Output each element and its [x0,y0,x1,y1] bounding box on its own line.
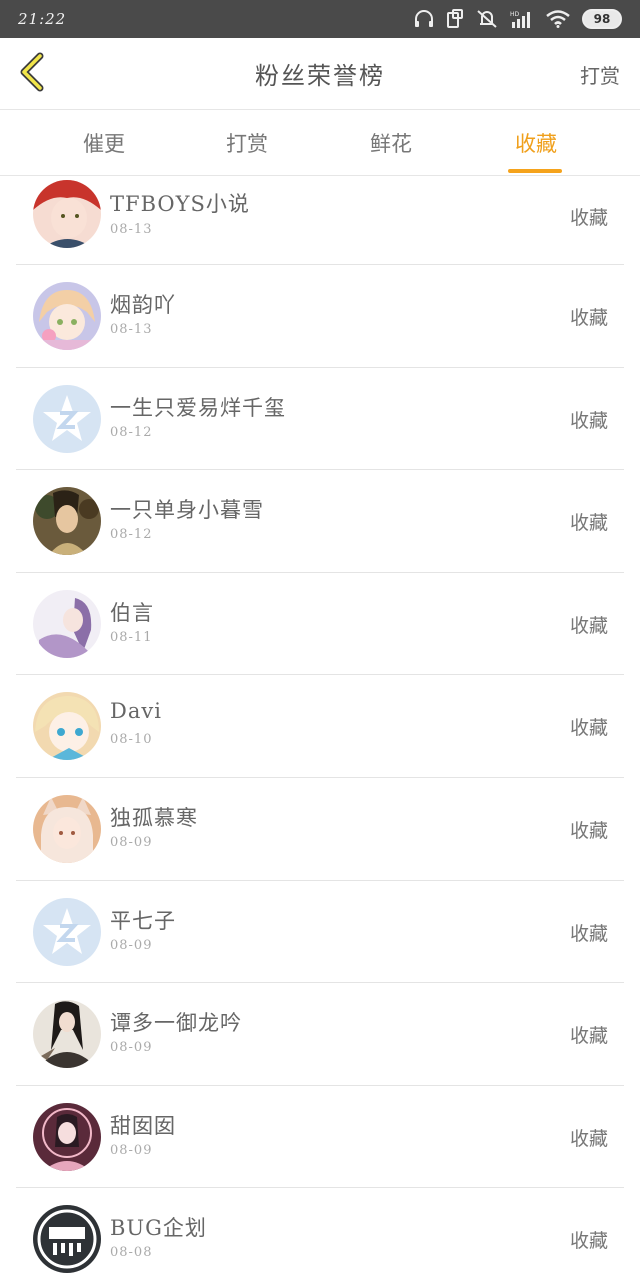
chevron-left-icon [18,52,46,96]
fan-action-label: 收藏 [569,614,608,637]
fan-name: 独孤慕寒 [110,805,198,830]
blonde-girl-avatar-image [33,692,101,761]
fan-date: 08-11 [110,629,153,645]
fan-date: 08-12 [110,527,153,543]
active-tab-indicator [508,169,562,173]
list-item[interactable]: 一只单身小暮雪 08-12 收藏 [16,470,624,573]
avatar[interactable] [33,180,101,248]
svg-text:HD: HD [510,11,520,18]
fan-name: 烟韵吖 [110,293,176,317]
avatar[interactable] [33,487,101,556]
fan-action-label: 收藏 [569,307,608,329]
list-item[interactable]: 平七子 08-09 收藏 [16,881,624,984]
fan-action-label: 收藏 [569,1230,608,1253]
avatar[interactable] [33,1205,101,1274]
fan-date: 08-09 [110,834,153,850]
avatar[interactable] [33,692,101,761]
status-icons: HD 98 [414,9,622,29]
fan-date: 08-13 [110,322,153,337]
fan-date: 08-13 [110,222,153,237]
tab-label: 打赏 [226,132,268,156]
tab-urge[interactable]: 催更 [44,110,164,176]
screen-rotate-icon [446,9,464,29]
tab-reward[interactable]: 打赏 [187,110,307,176]
fan-action-label: 收藏 [569,1025,608,1048]
tab-label: 收藏 [515,132,557,156]
battery-indicator: 98 [582,9,622,29]
tab-flowers[interactable]: 鲜花 [331,110,451,176]
header-bar: 粉丝荣誉榜 打赏 [0,38,640,110]
list-item[interactable]: 烟韵吖 08-13 收藏 [16,265,624,368]
default-star-avatar-image [33,384,101,453]
list-item[interactable]: 谭多一御龙吟 08-09 收藏 [16,983,624,1086]
tab-label: 催更 [83,132,125,156]
fox-girl-avatar-image [33,794,101,863]
avatar[interactable] [33,794,101,863]
avatar[interactable] [33,589,101,658]
back-button[interactable] [12,52,52,96]
fan-name: TFBOYS小说 [110,192,250,216]
fan-action-label: 收藏 [569,1127,608,1150]
status-bar: 21:22 HD 98 [0,0,640,38]
mute-icon [476,9,498,29]
fan-date: 08-08 [110,1245,153,1261]
list-item[interactable]: 一生只爱易烊千玺 08-12 收藏 [16,368,624,471]
fan-name: BUG企划 [110,1216,207,1241]
fan-date: 08-09 [110,1142,153,1158]
fan-date: 08-09 [110,1040,153,1056]
list-item[interactable]: 伯言 08-11 收藏 [16,573,624,676]
fan-action-label: 收藏 [569,409,608,432]
list-item[interactable]: TFBOYS小说 08-13 收藏 [16,176,624,265]
tab-favorites[interactable]: 收藏 [476,110,596,176]
avatar[interactable] [33,897,101,966]
fan-name: 平七子 [110,908,176,933]
fan-list[interactable]: TFBOYS小说 08-13 收藏 烟韵吖 08-13 收藏 一生只爱易烊千玺 … [0,176,640,1280]
status-time: 21:22 [18,10,67,28]
tab-bar: 催更 打赏 鲜花 收藏 [0,110,640,176]
wifi-icon [546,10,570,28]
default-star-avatar-image [33,897,101,966]
avatar[interactable] [33,384,101,453]
fan-name: 甜囡囡 [110,1113,176,1138]
signal-icon: HD [510,10,534,28]
avatar[interactable] [33,282,101,350]
purple-girl-avatar-image [33,589,101,658]
reward-button[interactable]: 打赏 [580,60,620,89]
fan-action-label: 收藏 [569,717,608,740]
fan-name: Davi [110,699,162,724]
fan-date: 08-09 [110,937,153,953]
fan-name: 一只单身小暮雪 [110,498,264,523]
list-item[interactable]: BUG企划 08-08 收藏 [16,1188,624,1280]
fan-action-label: 收藏 [569,512,608,535]
headphones-icon [414,10,434,28]
fan-name: 伯言 [110,600,154,625]
fan-date: 08-10 [110,732,153,748]
list-item[interactable]: Davi 08-10 收藏 [16,675,624,778]
page-title: 粉丝荣誉榜 [255,62,385,90]
dark-hair-avatar-image [33,1000,101,1069]
music-girl-avatar-image [33,1102,101,1171]
list-item[interactable]: 独孤慕寒 08-09 收藏 [16,778,624,881]
fan-date: 08-12 [110,424,153,440]
warrior-avatar-image [33,487,101,556]
pink-girl-avatar-image [33,282,101,350]
bug-logo-avatar-image [33,1205,101,1274]
fan-name: 一生只爱易烊千玺 [110,395,286,420]
avatar[interactable] [33,1102,101,1171]
red-hair-avatar-image [33,180,101,248]
fan-action-label: 收藏 [569,922,608,945]
list-item[interactable]: 甜囡囡 08-09 收藏 [16,1086,624,1189]
tab-label: 鲜花 [370,132,412,156]
fan-name: 谭多一御龙吟 [110,1011,242,1036]
fan-action-label: 收藏 [569,207,608,229]
avatar[interactable] [33,1000,101,1069]
fan-action-label: 收藏 [569,819,608,842]
